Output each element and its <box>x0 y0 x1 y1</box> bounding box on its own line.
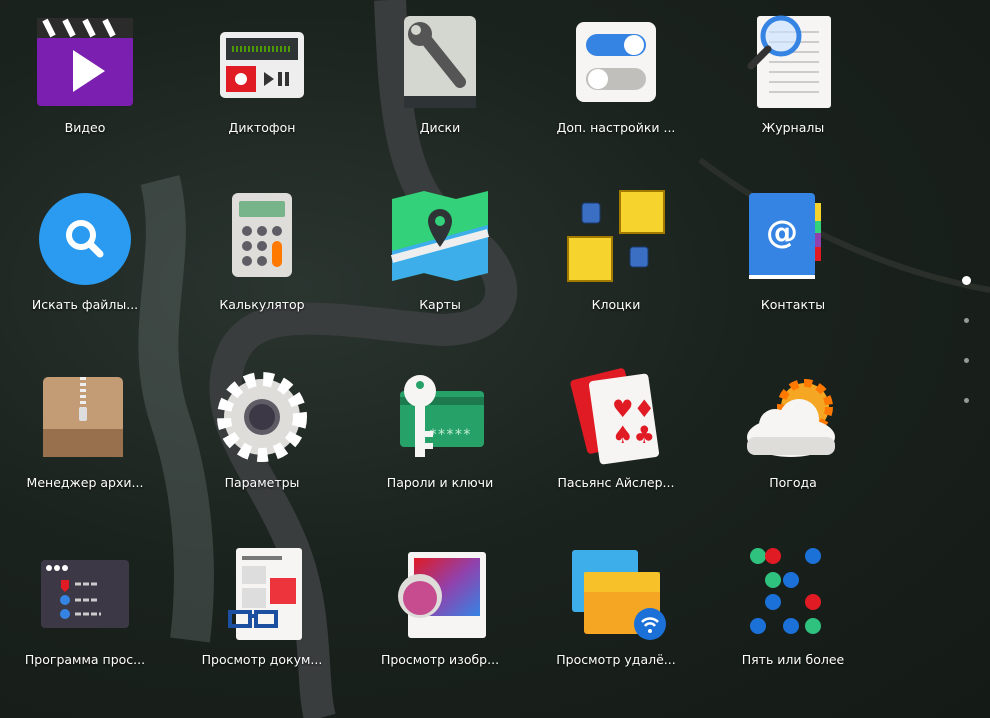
app-label: Пароли и ключи <box>386 475 494 490</box>
logs-icon <box>747 15 831 108</box>
app-label: Программа прос... <box>24 652 146 667</box>
disks-icon <box>404 16 476 108</box>
app-label: Журналы <box>761 120 825 135</box>
app-grid: Видео Диктофон Диски Доп. настройки ... … <box>0 0 990 718</box>
app-five-or-more[interactable]: Пять или более <box>708 532 878 702</box>
app-weather[interactable]: Погода <box>708 355 878 525</box>
app-contacts[interactable]: @ Контакты <box>708 177 878 347</box>
app-disks[interactable]: Диски <box>355 0 525 170</box>
weather-icon <box>747 379 835 457</box>
app-label: Просмотр изобр... <box>380 652 500 667</box>
app-label: Доп. настройки ... <box>556 120 676 135</box>
passwords-keys-icon: ***** <box>400 375 484 457</box>
app-sound-recorder[interactable]: Диктофон <box>177 0 347 170</box>
app-search-files[interactable]: Искать файлы... <box>0 177 170 347</box>
svg-text:*****: ***** <box>429 427 471 443</box>
app-label: Пять или более <box>741 652 845 667</box>
app-label: Диктофон <box>228 120 296 135</box>
app-label: Искать файлы... <box>31 297 139 312</box>
settings-icon <box>217 372 307 462</box>
solitaire-icon: ♥♦♠♣ <box>570 368 660 465</box>
app-system-monitor[interactable]: Программа прос... <box>0 532 170 702</box>
app-settings[interactable]: Параметры <box>177 355 347 525</box>
app-solitaire[interactable]: ♥♦ ♠♣ Пасьянс Айслер... <box>531 355 701 525</box>
page-dot-2[interactable] <box>963 318 969 323</box>
app-klotski[interactable]: Клоцки <box>531 177 701 347</box>
page-dot-3[interactable] <box>963 358 969 363</box>
page-dot-4[interactable] <box>963 398 969 403</box>
page-indicator <box>960 276 972 438</box>
app-archive-manager[interactable]: Менеджер архи... <box>0 355 170 525</box>
app-video[interactable]: Видео <box>0 0 170 170</box>
app-calculator[interactable]: Калькулятор <box>177 177 347 347</box>
svg-text:♠♣: ♠♣ <box>612 421 655 449</box>
app-remote-viewer[interactable]: Просмотр удалё... <box>531 532 701 702</box>
svg-text:@: @ <box>766 213 798 251</box>
sound-recorder-icon <box>220 32 304 98</box>
app-label: Менеджер архи... <box>26 475 144 490</box>
tweaks-icon <box>576 22 656 102</box>
archive-manager-icon <box>43 377 123 457</box>
search-files-icon <box>39 193 131 285</box>
page-dot-1[interactable] <box>961 276 971 285</box>
app-passwords-keys[interactable]: ***** Пароли и ключи <box>355 355 525 525</box>
app-image-viewer[interactable]: Просмотр изобр... <box>355 532 525 702</box>
app-label: Клоцки <box>591 297 641 312</box>
app-document-viewer[interactable]: Просмотр докум... <box>177 532 347 702</box>
document-viewer-icon <box>228 548 302 640</box>
app-label: Просмотр удалё... <box>556 652 676 667</box>
contacts-icon: @ <box>749 193 821 279</box>
remote-viewer-icon <box>572 550 666 640</box>
app-label: Калькулятор <box>219 297 305 312</box>
app-logs[interactable]: Журналы <box>708 0 878 170</box>
app-label: Контакты <box>760 297 826 312</box>
app-label: Диски <box>419 120 461 135</box>
svg-text:♥♦: ♥♦ <box>612 395 655 423</box>
app-label: Параметры <box>224 475 300 490</box>
calculator-icon <box>232 193 292 277</box>
app-label: Видео <box>64 120 106 135</box>
app-label: Просмотр докум... <box>201 652 323 667</box>
system-monitor-icon <box>41 560 129 628</box>
klotski-icon <box>567 190 665 282</box>
app-tweaks[interactable]: Доп. настройки ... <box>531 0 701 170</box>
five-or-more-icon <box>750 548 821 634</box>
app-label: Карты <box>419 297 461 312</box>
app-label: Пасьянс Айслер... <box>557 475 675 490</box>
video-icon <box>37 18 133 106</box>
app-maps[interactable]: Карты <box>355 177 525 347</box>
image-viewer-icon <box>398 552 486 638</box>
app-label: Погода <box>769 475 817 490</box>
maps-icon <box>390 191 490 281</box>
